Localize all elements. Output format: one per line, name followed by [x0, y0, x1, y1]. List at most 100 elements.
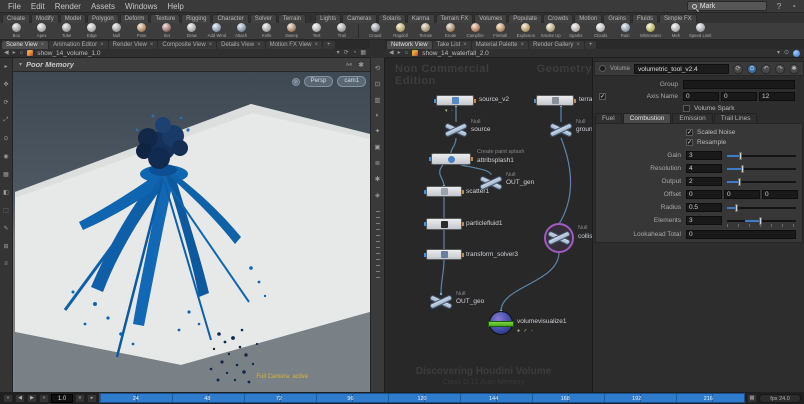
pin-icon[interactable]: ⊙: [784, 49, 789, 57]
shelf-tab[interactable]: Model: [60, 14, 86, 23]
projection-pill[interactable]: Persp: [304, 76, 334, 87]
output-field[interactable]: 2: [686, 177, 722, 186]
toolbar-icon[interactable]: ▸: [4, 63, 7, 70]
display-option-icon[interactable]: ✱: [375, 175, 380, 183]
radius-field[interactable]: 0.5: [686, 203, 722, 212]
close-icon[interactable]: ×: [100, 42, 104, 49]
playback-options-icon[interactable]: ▦: [747, 394, 757, 403]
shelf-tool[interactable]: Tube: [54, 23, 79, 39]
menu-item[interactable]: Edit: [31, 2, 45, 11]
display-option-icon[interactable]: ✦: [375, 127, 380, 135]
redo-icon[interactable]: ↷: [775, 64, 785, 74]
forward-icon[interactable]: ▸: [13, 49, 16, 57]
shelf-tool[interactable]: Text: [304, 23, 329, 39]
timeline-slider[interactable]: 24487296120144168192216: [99, 393, 745, 403]
shelf-tab[interactable]: Populate: [508, 14, 542, 23]
shelf-tool[interactable]: Sweep: [279, 23, 304, 39]
close-icon[interactable]: ×: [150, 42, 154, 49]
shelf-tab[interactable]: Cameras: [342, 14, 376, 23]
forward-icon[interactable]: ▸: [398, 49, 401, 57]
camera-pill[interactable]: cam1: [337, 76, 366, 87]
toolbar-icon[interactable]: ◧: [3, 189, 9, 196]
node-file-a[interactable]: [436, 95, 474, 106]
toolbar-icon[interactable]: ◉: [3, 153, 8, 160]
fps-indicator[interactable]: fps 24.0: [759, 394, 801, 403]
shelf-tab[interactable]: Grains: [603, 14, 631, 23]
node-name-field[interactable]: volumetric_tool_v2.4: [634, 64, 729, 74]
shelf-tab[interactable]: Modify: [31, 14, 59, 23]
shelf-tab[interactable]: Create: [2, 14, 30, 23]
tab-fuel[interactable]: Fuel: [595, 113, 622, 123]
display-option-icon[interactable]: ≣: [375, 159, 380, 167]
shelf-tool[interactable]: Pose: [129, 23, 154, 39]
node-null-ground[interactable]: [549, 122, 573, 138]
close-icon[interactable]: ×: [41, 42, 45, 49]
add-tab-button[interactable]: +: [585, 41, 597, 49]
display-option-icon[interactable]: ◐: [376, 112, 380, 119]
radius-slider[interactable]: [727, 207, 796, 209]
offset-y-field[interactable]: 0: [724, 190, 760, 199]
shelf-tool[interactable]: Apex: [29, 23, 54, 39]
node-file-b[interactable]: [536, 95, 574, 106]
pane-tab[interactable]: Take List ×: [433, 41, 471, 49]
playbar-button[interactable]: ≡: [75, 394, 85, 403]
shelf-tool[interactable]: Speed Limit: [688, 23, 713, 39]
shelf-tool[interactable]: Attach: [229, 23, 254, 39]
snapshot-icon[interactable]: ◔: [353, 49, 357, 57]
shelf-tool[interactable]: Set: [154, 23, 179, 39]
network-path[interactable]: show_14_volume_1.0: [37, 50, 100, 57]
node-null-outgeo[interactable]: [429, 294, 453, 310]
shelf-tab[interactable]: Lights: [315, 14, 341, 23]
back-icon[interactable]: ◀: [4, 49, 9, 57]
toolbar-icon[interactable]: ⬚: [3, 207, 9, 214]
shelf-tool[interactable]: Clouds: [588, 23, 613, 39]
refresh-icon[interactable]: ⟳: [733, 64, 743, 74]
menu-item[interactable]: Windows: [125, 2, 157, 11]
noise-checkbox[interactable]: ✓: [686, 129, 693, 136]
shelf-tool[interactable]: Erode: [438, 23, 463, 39]
node-null-source[interactable]: [444, 122, 468, 138]
node-scatter[interactable]: [426, 186, 462, 197]
home-icon[interactable]: ⌂: [405, 49, 409, 57]
search-input[interactable]: Mark: [687, 1, 767, 11]
shelf-tool[interactable]: Null: [104, 23, 129, 39]
toolbar-icon[interactable]: ✎: [3, 225, 8, 232]
close-icon[interactable]: ×: [463, 42, 467, 49]
pane-tab[interactable]: Render View ×: [109, 41, 158, 49]
tab-emission[interactable]: Emission: [672, 113, 712, 123]
camera-lock-icon[interactable]: ◎: [292, 78, 300, 86]
spark-checkbox[interactable]: [683, 105, 690, 112]
dropdown-icon[interactable]: ▾: [777, 49, 780, 57]
network-editor-pane[interactable]: Non Commercial Edition Geometry: [385, 58, 592, 392]
settings-icon[interactable]: ✱: [358, 61, 364, 69]
shelf-tool[interactable]: Rain: [613, 23, 638, 39]
node-wrangle[interactable]: [431, 153, 471, 165]
back-icon[interactable]: ◀: [389, 49, 394, 57]
toolbar-icon[interactable]: ⊞: [3, 243, 8, 250]
toolbar-icon[interactable]: ▦: [3, 171, 9, 178]
offset-x-field[interactable]: 0: [686, 190, 722, 199]
group-field[interactable]: [683, 80, 795, 89]
shelf-tab[interactable]: Solaris: [378, 14, 406, 23]
close-icon[interactable]: ×: [576, 42, 580, 49]
toolbar-icon[interactable]: ≡: [4, 261, 8, 267]
shelf-tab[interactable]: Simple FX: [659, 14, 697, 23]
display-option-icon[interactable]: ▥: [374, 96, 380, 104]
menu-item[interactable]: Render: [55, 2, 81, 11]
pin-icon[interactable]: ⊙: [747, 64, 757, 74]
output-slider[interactable]: [727, 181, 796, 183]
shelf-tab[interactable]: Texture: [150, 14, 180, 23]
shelf-tool[interactable]: Add Wind: [204, 23, 229, 39]
shelf-tool[interactable]: Box: [4, 23, 29, 39]
shelf-tab[interactable]: Motion: [574, 14, 602, 23]
resample-checkbox[interactable]: ✓: [686, 139, 693, 146]
shelf-tab[interactable]: Fluids: [632, 14, 658, 23]
shelf-tab[interactable]: Terrain: [278, 14, 306, 23]
transport-button[interactable]: ▶: [27, 394, 37, 403]
node-particlefluid[interactable]: [426, 218, 462, 230]
node-volumevisualize[interactable]: [489, 311, 513, 335]
pane-tab[interactable]: Motion FX View ×: [266, 41, 322, 49]
resolution-slider[interactable]: [727, 168, 796, 170]
shelf-tab[interactable]: Solver: [250, 14, 277, 23]
transport-button[interactable]: »: [39, 394, 49, 403]
